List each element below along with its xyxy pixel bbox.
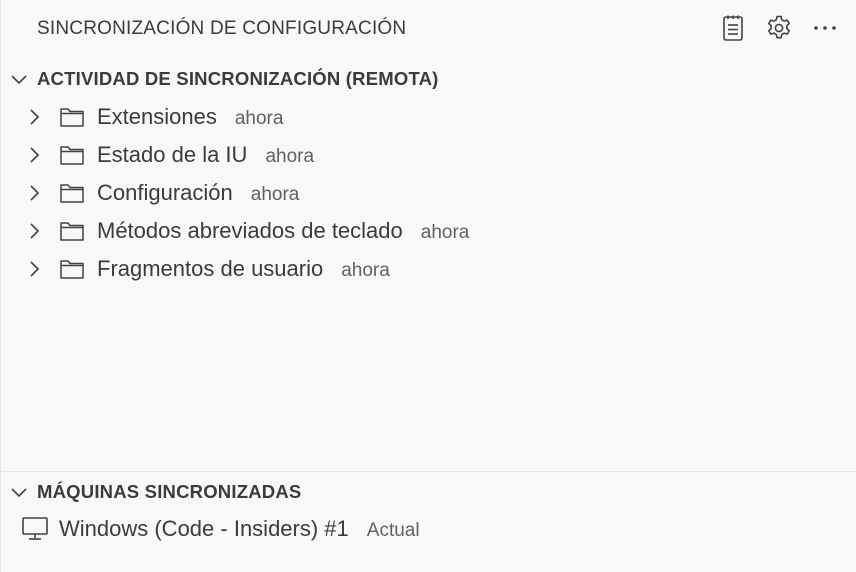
section-header-machines[interactable]: MÁQUINAS SINCRONIZADAS <box>1 477 856 507</box>
notes-icon <box>723 15 743 41</box>
view-title: SINCRONIZACIÓN DE CONFIGURACIÓN <box>37 18 407 39</box>
folder-icon <box>60 260 84 279</box>
settings-button[interactable] <box>763 12 795 44</box>
chevron-right-icon <box>30 147 40 163</box>
view-actions <box>717 12 841 44</box>
machine-status: Actual <box>366 520 420 541</box>
chevron-right-icon <box>30 223 40 239</box>
tree-item-time: ahora <box>250 184 300 205</box>
view-header: SINCRONIZACIÓN DE CONFIGURACIÓN <box>1 0 856 62</box>
chevron-right-icon <box>30 109 40 125</box>
gear-icon <box>768 15 790 39</box>
chevron-right-icon <box>30 185 40 201</box>
folder-icon <box>60 108 84 127</box>
folder-icon <box>60 222 84 241</box>
tree-item-keybindings[interactable]: Métodos abreviados de teclado ahora <box>1 212 856 250</box>
section-header-activity[interactable]: ACTIVIDAD DE SINCRONIZACIÓN (REMOTA) <box>1 64 856 94</box>
tree-item-time: ahora <box>265 146 315 167</box>
tree-item-label: Estado de la IU <box>97 142 248 167</box>
tree-item-extensions[interactable]: Extensiones ahora <box>1 98 856 136</box>
chevron-down-icon <box>11 75 27 85</box>
pane-divider[interactable] <box>1 471 856 472</box>
tree-item-label: Fragmentos de usuario <box>97 256 324 281</box>
section-title-machines: MÁQUINAS SINCRONIZADAS <box>37 481 302 502</box>
tree-item-settings[interactable]: Configuración ahora <box>1 174 856 212</box>
tree-item-label: Métodos abreviados de teclado <box>97 218 403 243</box>
sync-settings-panel: SINCRONIZACIÓN DE CONFIGURACIÓN ACTIVIDA… <box>0 0 856 572</box>
machine-item[interactable]: Windows (Code - Insiders) #1 Actual <box>1 510 457 548</box>
tree-item-time: ahora <box>420 222 470 243</box>
more-icon <box>814 26 836 30</box>
tree-item-time: ahora <box>234 108 284 129</box>
chevron-right-icon <box>30 261 40 277</box>
tree-item-label: Extensiones <box>97 104 217 129</box>
machine-label: Windows (Code - Insiders) #1 <box>59 516 349 541</box>
tree-item-label: Configuración <box>97 180 233 205</box>
tree-item-time: ahora <box>341 260 390 281</box>
notes-button[interactable] <box>717 12 749 44</box>
tree-item-snippets[interactable]: Fragmentos de usuario ahora <box>1 250 856 288</box>
more-actions-button[interactable] <box>809 12 841 44</box>
folder-icon <box>60 146 84 165</box>
tree-item-ui-state[interactable]: Estado de la IU ahora <box>1 136 856 174</box>
folder-icon <box>60 184 84 203</box>
section-title-activity: ACTIVIDAD DE SINCRONIZACIÓN (REMOTA) <box>37 68 439 89</box>
chevron-down-icon <box>11 488 27 498</box>
monitor-icon <box>22 517 48 540</box>
